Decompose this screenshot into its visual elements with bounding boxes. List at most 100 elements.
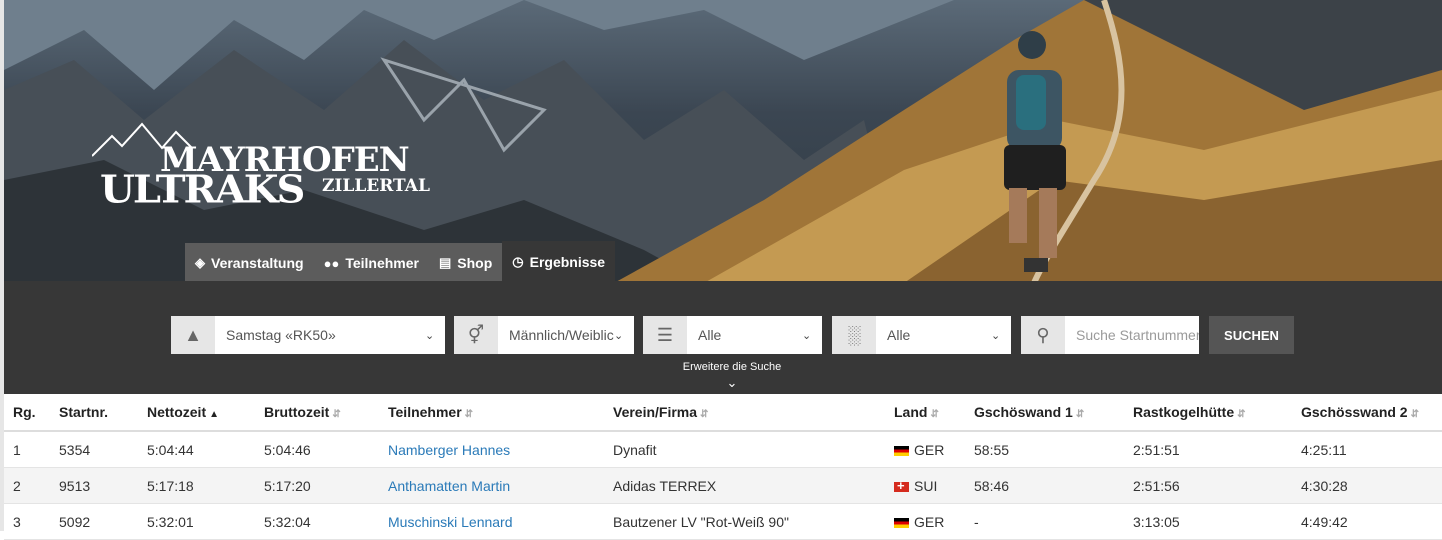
cell-rank: 2 (4, 467, 50, 504)
switzerland-flag-icon (894, 478, 909, 493)
list-icon: ☰ (643, 316, 687, 354)
logo-text-ultraks: ULTRAKS (100, 167, 305, 212)
cell-checkpoint-1: 58:46 (965, 467, 1124, 504)
results-filter-bar: ▲ Samstag «RK50» ⌄ ⚥ Männlich/Weiblich ⌄… (4, 281, 1442, 394)
main-nav: ◈ Veranstaltung ●● Teilnehmer ▤ Shop ◷ E… (185, 241, 616, 283)
tab-label: Shop (457, 255, 493, 271)
extended-search-label: Erweitere die Suche (682, 361, 782, 373)
cell-participant: Namberger Hannes (379, 431, 604, 468)
cell-gross-time: 5:04:46 (255, 431, 379, 468)
search-icon: ⚲ (1021, 316, 1065, 354)
participant-link[interactable]: Anthamatten Martin (388, 478, 510, 494)
extended-search-toggle[interactable]: Erweitere die Suche ⌄ (654, 361, 810, 391)
cell-club: Bautzener LV "Rot-Weiß 90" (604, 503, 885, 540)
cell-gross-time: 5:32:04 (255, 503, 379, 540)
cell-checkpoint-3: 4:25:11 (1292, 431, 1442, 468)
bib-search-placeholder: Suche Startnummer (1076, 327, 1199, 343)
participant-link[interactable]: Muschinski Lennard (388, 514, 513, 530)
chevron-down-icon: ⌄ (614, 329, 624, 342)
age-class-select[interactable]: ░ Alle ⌄ (832, 316, 1011, 354)
col-checkpoint-1[interactable]: Gschöswand 1 ⇵ (965, 394, 1124, 432)
road-icon: ▲ (171, 316, 215, 354)
gender-select[interactable]: ⚥ Männlich/Weiblich ⌄ (454, 316, 634, 354)
cell-checkpoint-2: 3:13:05 (1124, 503, 1292, 540)
col-bib: Startnr. (50, 394, 138, 432)
sort-icon: ⇵ (1410, 409, 1419, 420)
cell-bib: 5092 (50, 503, 138, 540)
search-button[interactable]: SUCHEN (1209, 316, 1294, 354)
tab-label: Ergebnisse (529, 254, 606, 270)
chevron-down-icon: ⌄ (991, 329, 1001, 342)
cell-checkpoint-1: 58:55 (965, 431, 1124, 468)
col-participant[interactable]: Teilnehmer ⇵ (379, 394, 604, 432)
cell-country: GER (885, 503, 965, 540)
col-checkpoint-3[interactable]: Gschösswand 2 ⇵ (1292, 394, 1442, 432)
sort-icon: ⇵ (332, 409, 341, 420)
chevron-down-icon: ⌄ (425, 329, 435, 342)
tab-ergebnisse[interactable]: ◷ Ergebnisse (502, 241, 616, 283)
germany-flag-icon (894, 517, 909, 528)
cell-club: Dynafit (604, 431, 885, 468)
cell-checkpoint-3: 4:49:42 (1292, 503, 1442, 540)
cell-checkpoint-2: 2:51:56 (1124, 467, 1292, 504)
col-net-time[interactable]: Nettozeit ▲ (138, 394, 255, 432)
cell-net-time: 5:04:44 (138, 431, 255, 468)
cake-icon: ░ (832, 316, 876, 354)
col-country[interactable]: Land ⇵ (885, 394, 965, 432)
cell-rank: 1 (4, 431, 50, 468)
tab-veranstaltung[interactable]: ◈ Veranstaltung (185, 243, 314, 283)
clock-icon: ◷ (512, 254, 524, 269)
cell-bib: 5354 (50, 431, 138, 468)
tag-icon: ◈ (195, 255, 205, 270)
bib-search-field[interactable]: ⚲ Suche Startnummer (1021, 316, 1199, 354)
cell-checkpoint-1: - (965, 503, 1124, 540)
cell-country: SUI (885, 467, 965, 504)
category-select[interactable]: ☰ Alle ⌄ (643, 316, 822, 354)
cell-checkpoint-3: 4:30:28 (1292, 467, 1442, 504)
col-rank: Rg. (4, 394, 50, 432)
col-club[interactable]: Verein/Firma ⇵ (604, 394, 885, 432)
tab-label: Teilnehmer (345, 255, 419, 271)
chevron-down-icon: ⌄ (726, 375, 738, 390)
basket-icon: ▤ (438, 255, 452, 270)
sort-icon: ⇵ (464, 409, 474, 420)
tab-teilnehmer[interactable]: ●● Teilnehmer (313, 243, 429, 283)
col-checkpoint-2[interactable]: Rastkogelhütte ⇵ (1124, 394, 1292, 432)
table-row: 3 5092 5:32:01 5:32:04 Muschinski Lennar… (4, 503, 1442, 540)
cell-net-time: 5:17:18 (138, 467, 255, 504)
col-gross-time[interactable]: Bruttozeit ⇵ (255, 394, 379, 432)
sort-icon: ⇵ (700, 409, 709, 420)
cell-participant: Muschinski Lennard (379, 503, 604, 540)
category-select-value: Alle (698, 327, 722, 343)
users-icon: ●● (323, 255, 340, 271)
cell-participant: Anthamatten Martin (379, 467, 604, 504)
germany-flag-icon (894, 445, 909, 456)
gender-select-value: Männlich/Weiblich (509, 327, 614, 343)
table-header-row: Rg. Startnr. Nettozeit ▲ Bruttozeit ⇵ Teil… (4, 394, 1442, 432)
tab-shop[interactable]: ▤ Shop (428, 243, 503, 283)
cell-club: Adidas TERREX (604, 467, 885, 504)
cell-gross-time: 5:17:20 (255, 467, 379, 504)
age-class-select-value: Alle (887, 327, 911, 343)
event-select[interactable]: ▲ Samstag «RK50» ⌄ (171, 316, 445, 354)
sort-icon: ⇵ (1075, 409, 1085, 420)
cell-net-time: 5:32:01 (138, 503, 255, 540)
chevron-down-icon: ⌄ (802, 329, 812, 342)
table-row: 2 9513 5:17:18 5:17:20 Anthamatten Marti… (4, 467, 1442, 504)
cell-checkpoint-2: 2:51:51 (1124, 431, 1292, 468)
cell-country: GER (885, 431, 965, 468)
hero-banner: MAYRHOFEN ULTRAKS ZILLERTAL ◈ Veranstalt… (4, 0, 1442, 283)
sort-icon: ⇵ (930, 409, 939, 420)
event-logo[interactable]: MAYRHOFEN ULTRAKS ZILLERTAL (92, 118, 442, 218)
gender-icon: ⚥ (454, 316, 498, 354)
participant-link[interactable]: Namberger Hannes (388, 442, 510, 458)
sort-icon: ⇵ (1237, 409, 1246, 420)
logo-text-zillertal: ZILLERTAL (322, 176, 430, 196)
event-select-value: Samstag «RK50» (226, 327, 336, 343)
results-table: Rg. Startnr. Nettozeit ▲ Bruttozeit ⇵ Teil… (4, 394, 1442, 540)
cell-rank: 3 (4, 503, 50, 540)
table-row: 1 5354 5:04:44 5:04:46 Namberger Hannes … (4, 431, 1442, 468)
sort-asc-icon: ▲ (209, 409, 220, 420)
tab-label: Veranstaltung (211, 255, 304, 271)
cell-bib: 9513 (50, 467, 138, 504)
